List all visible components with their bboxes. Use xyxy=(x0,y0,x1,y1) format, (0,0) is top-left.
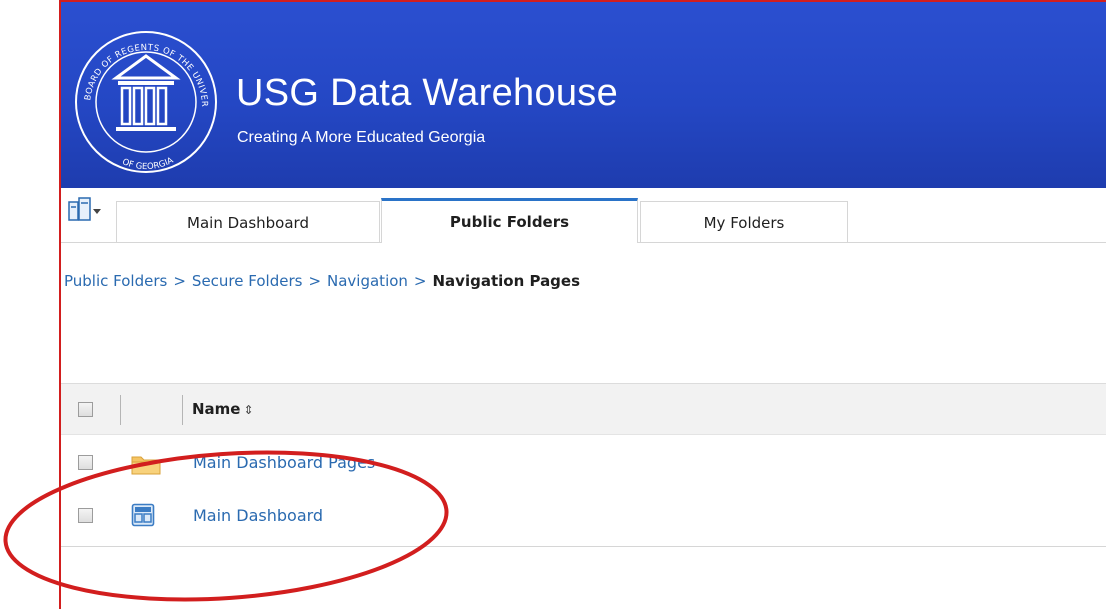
breadcrumb-public-folders[interactable]: Public Folders xyxy=(64,272,167,290)
usg-seal-logo: BOARD OF REGENTS OF THE UNIVERSITY SYSTE… xyxy=(70,6,217,173)
column-divider[interactable] xyxy=(182,395,183,425)
app-subtitle: Creating A More Educated Georgia xyxy=(237,129,486,146)
breadcrumb-separator: > xyxy=(413,272,427,290)
name-column-label: Name xyxy=(192,400,241,418)
folder-icon xyxy=(131,456,161,475)
breadcrumb-separator: > xyxy=(308,272,322,290)
list-item-link[interactable]: Main Dashboard xyxy=(193,506,323,525)
breadcrumb-current: Navigation Pages xyxy=(432,272,581,290)
tab-menu-icon[interactable] xyxy=(66,196,106,224)
list-bottom-border xyxy=(61,546,1106,547)
row-checkbox-main-dashboard-pages[interactable] xyxy=(78,455,93,470)
breadcrumb-navigation[interactable]: Navigation xyxy=(327,272,408,290)
tab-my-folders[interactable]: My Folders xyxy=(640,201,848,243)
row-checkbox-main-dashboard[interactable] xyxy=(78,508,93,523)
tab-public-folders[interactable]: Public Folders xyxy=(381,198,638,243)
svg-text:BOARD OF REGENTS OF THE UNIVER: BOARD OF REGENTS OF THE UNIVERSITY SYSTE… xyxy=(70,6,209,107)
list-item-link[interactable]: Main Dashboard Pages xyxy=(193,453,375,472)
breadcrumb: Public Folders > Secure Folders > Navigation… xyxy=(64,272,580,290)
dashboard-icon xyxy=(131,503,155,527)
red-frame-left-border xyxy=(59,0,61,609)
name-column-header[interactable]: Name ⇕ xyxy=(192,400,254,418)
column-divider[interactable] xyxy=(120,395,121,425)
breadcrumb-secure-folders[interactable]: Secure Folders xyxy=(192,272,303,290)
sort-updown-icon[interactable]: ⇕ xyxy=(243,403,253,417)
app-title: USG Data Warehouse xyxy=(236,72,619,114)
red-frame-top-border xyxy=(59,0,1106,2)
breadcrumb-separator: > xyxy=(173,272,186,290)
tab-main-dashboard[interactable]: Main Dashboard xyxy=(116,201,380,243)
select-all-checkbox[interactable] xyxy=(78,402,93,417)
